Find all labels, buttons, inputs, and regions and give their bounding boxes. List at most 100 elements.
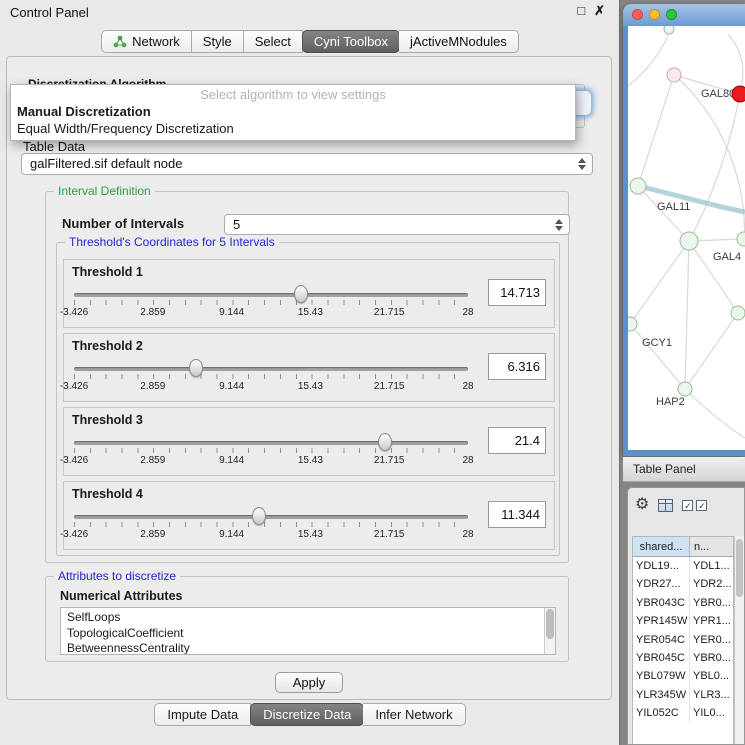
table-row[interactable]: YPR145WYPR1... — [633, 612, 733, 630]
attributes-to-discretize-group: Attributes to discretize Numerical Attri… — [45, 576, 569, 662]
tab-impute-data[interactable]: Impute Data — [154, 703, 251, 726]
table-cell: YER0... — [690, 631, 733, 649]
threshold-label: Threshold 2 — [72, 339, 143, 353]
table-row[interactable]: YBL079WYBL0... — [633, 667, 733, 685]
popup-item-equal-width-frequency[interactable]: Equal Width/Frequency Discretization — [11, 120, 575, 137]
network-node[interactable] — [628, 317, 637, 331]
float-window-icon[interactable]: □ — [577, 3, 585, 19]
close-traffic-icon[interactable] — [632, 9, 643, 20]
tab-label: Discretize Data — [263, 707, 351, 722]
table-row[interactable]: YBR043CYBR0... — [633, 594, 733, 612]
tick-label: 28 — [462, 307, 473, 318]
table-toolbar: ⚙ ✓ ✓ — [628, 488, 744, 522]
network-node[interactable] — [680, 232, 698, 250]
table-cell: YDR2... — [690, 575, 733, 593]
number-of-intervals-combo[interactable]: 5 — [224, 214, 570, 235]
list-scrollbar[interactable] — [544, 608, 555, 654]
network-node[interactable] — [664, 26, 674, 34]
tab-cyni-toolbox[interactable]: Cyni Toolbox — [302, 30, 400, 53]
numerical-attributes-label: Numerical Attributes — [60, 589, 182, 603]
top-tab-bar: Network Style Select Cyni Toolbox jActiv… — [0, 30, 620, 53]
network-node[interactable] — [737, 232, 745, 246]
tab-infer-network[interactable]: Infer Network — [363, 703, 465, 726]
traffic-lights — [632, 9, 677, 20]
threshold-slider[interactable]: -3.4262.8599.14415.4321.71528 — [74, 506, 468, 546]
network-canvas[interactable]: GAL80GAL11GAL4GCY1HAP2 — [628, 26, 745, 450]
tick-label: 15.43 — [298, 455, 323, 466]
threshold-value-field[interactable]: 6.316 — [488, 353, 546, 380]
table-row[interactable]: YER054CYER0... — [633, 631, 733, 649]
table-cell: YBR0... — [690, 594, 733, 612]
scrollbar-thumb[interactable] — [736, 539, 743, 597]
threshold-value-field[interactable]: 21.4 — [488, 427, 546, 454]
stepper-down-icon — [555, 226, 563, 231]
scrollbar-thumb[interactable] — [546, 609, 554, 639]
network-node[interactable] — [678, 382, 692, 396]
tick-label: 9.144 — [219, 307, 244, 318]
table-cell: YLR3... — [690, 686, 733, 704]
tick-label: 28 — [462, 529, 473, 540]
table-row[interactable]: YDR27...YDR2... — [633, 575, 733, 593]
network-node[interactable] — [731, 306, 745, 320]
column-header-shared-name[interactable]: shared... — [633, 537, 690, 556]
table-row[interactable]: YDL19...YDL1... — [633, 557, 733, 575]
network-window-titlebar[interactable] — [623, 4, 745, 26]
table-cell: YBL079W — [633, 667, 690, 685]
tab-label: Style — [203, 34, 232, 49]
network-node[interactable] — [630, 178, 646, 194]
tick-label: 28 — [462, 381, 473, 392]
combo-arrows-icon — [578, 158, 586, 170]
threshold-value-field[interactable]: 14.713 — [488, 279, 546, 306]
tab-style[interactable]: Style — [192, 30, 244, 53]
table-scrollbar[interactable] — [734, 536, 744, 744]
list-item[interactable]: TopologicalCoefficient — [67, 626, 555, 642]
table-panel-title: Table Panel — [633, 462, 696, 476]
checkbox-icon[interactable]: ✓ — [682, 500, 693, 511]
list-item[interactable]: SelfLoops — [67, 610, 555, 626]
threshold-value-field[interactable]: 11.344 — [488, 501, 546, 528]
tick-label: 21.715 — [374, 381, 405, 392]
node-label: GAL11 — [657, 201, 690, 213]
popup-item-manual-discretization[interactable]: Manual Discretization — [11, 103, 575, 120]
stepper-down-icon — [578, 165, 586, 170]
table-row[interactable]: YLR345WYLR3... — [633, 686, 733, 704]
threshold-slider[interactable]: -3.4262.8599.14415.4321.71528 — [74, 432, 468, 472]
tab-select[interactable]: Select — [244, 30, 303, 53]
combo-value: 5 — [225, 215, 569, 234]
tick-label: 9.144 — [219, 455, 244, 466]
apply-button[interactable]: Apply — [275, 672, 343, 693]
network-node[interactable] — [667, 68, 681, 82]
threshold-slider[interactable]: -3.4262.8599.14415.4321.71528 — [74, 358, 468, 398]
tab-jactivemnodules[interactable]: jActiveMNodules — [399, 30, 519, 53]
algorithm-dropdown-popup: Select algorithm to view settings Manual… — [10, 84, 576, 141]
numerical-attributes-list[interactable]: SelfLoopsTopologicalCoefficientBetweenne… — [60, 607, 556, 655]
tick-label: 28 — [462, 455, 473, 466]
tick-label: 2.859 — [140, 455, 165, 466]
column-header-name[interactable]: n... — [690, 537, 733, 556]
checkbox-icon[interactable]: ✓ — [696, 500, 707, 511]
list-item[interactable]: BetweennessCentrality — [67, 641, 555, 655]
columns-icon[interactable] — [658, 499, 673, 512]
tick-label: 15.43 — [298, 381, 323, 392]
table-row[interactable]: YIL052CYIL0... — [633, 704, 733, 722]
close-icon[interactable]: ✗ — [594, 3, 605, 19]
table-cell: YBR043C — [633, 594, 690, 612]
gear-icon[interactable]: ⚙ — [635, 497, 649, 513]
zoom-traffic-icon[interactable] — [666, 9, 677, 20]
network-view-window: GAL80GAL11GAL4GCY1HAP2 — [623, 4, 745, 456]
slider-track — [74, 441, 468, 445]
table-cell: YBL0... — [690, 667, 733, 685]
minimize-traffic-icon[interactable] — [649, 9, 660, 20]
threshold-slider[interactable]: -3.4262.8599.14415.4321.71528 — [74, 284, 468, 324]
table-data-combo[interactable]: galFiltered.sif default node — [21, 153, 593, 175]
tab-discretize-data[interactable]: Discretize Data — [250, 703, 364, 726]
tab-network[interactable]: Network — [101, 30, 192, 53]
table-cell: YIL052C — [633, 704, 690, 722]
number-of-intervals-label: Number of Intervals — [62, 216, 184, 231]
table-row[interactable]: YBR045CYBR0... — [633, 649, 733, 667]
network-node[interactable] — [732, 86, 745, 102]
node-label: GAL80 — [701, 88, 735, 100]
threshold-label: Threshold 1 — [72, 265, 143, 279]
popup-prompt: Select algorithm to view settings — [11, 85, 575, 103]
table-header-row: shared... n... — [633, 537, 733, 557]
